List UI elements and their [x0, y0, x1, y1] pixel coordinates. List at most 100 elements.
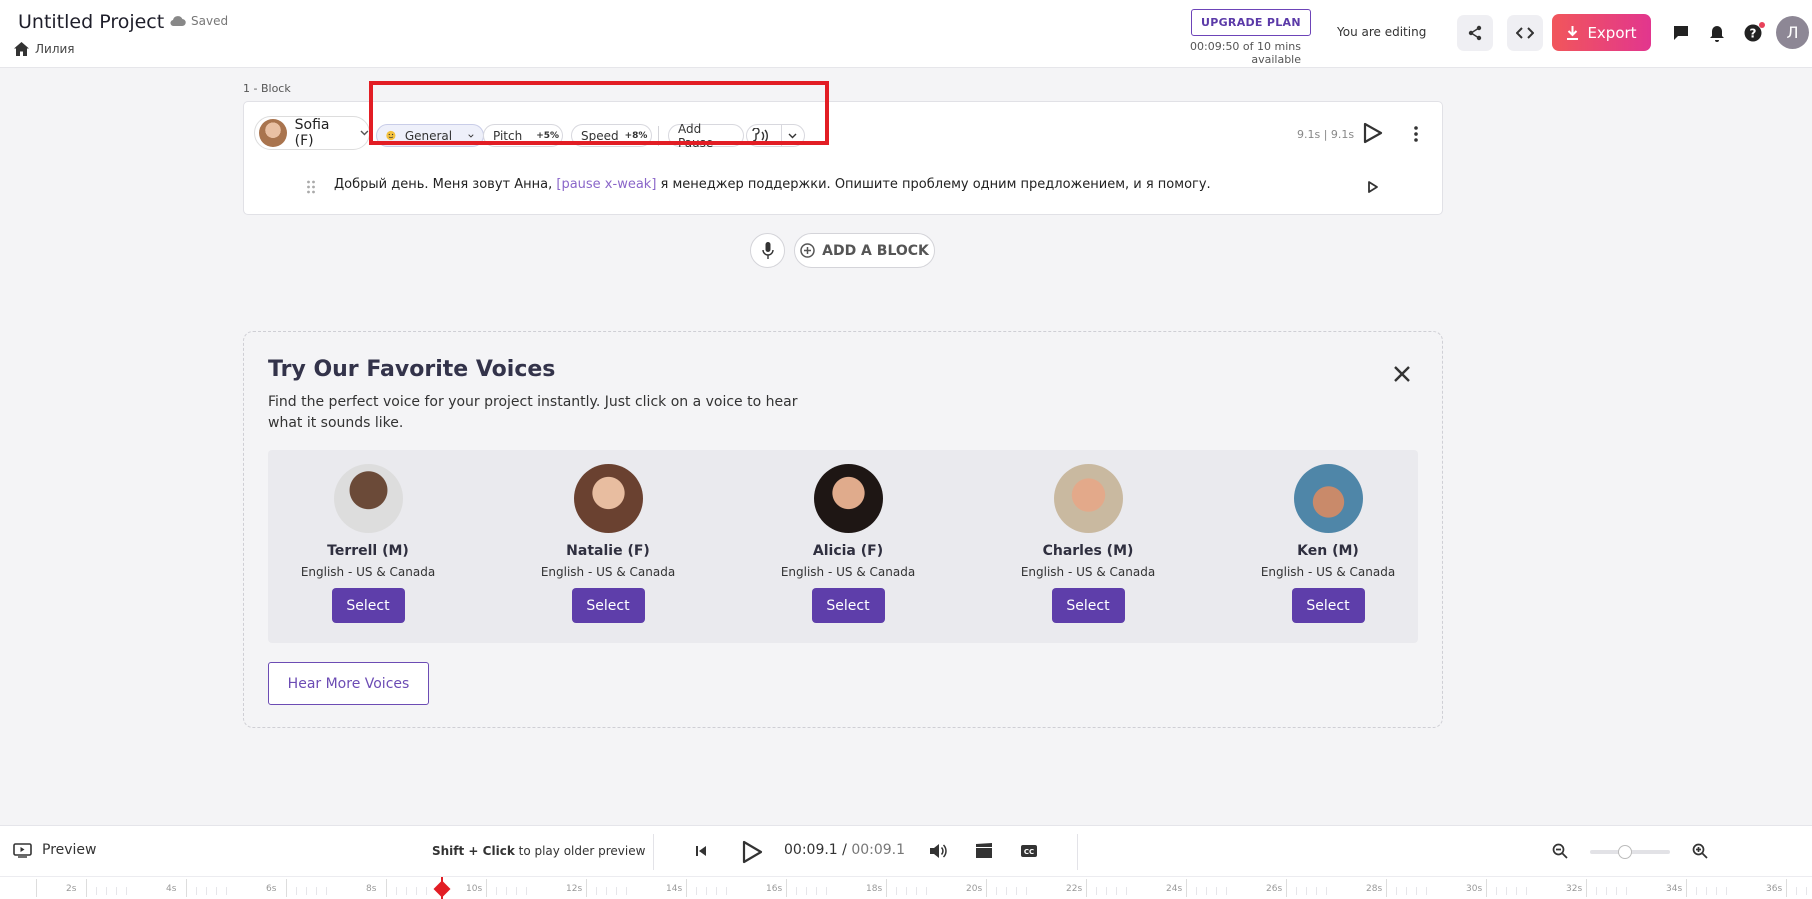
- favorites-title: Try Our Favorite Voices: [268, 357, 556, 382]
- ruler-minor-tick: [1006, 887, 1007, 895]
- ruler-minor-tick: [1626, 887, 1627, 895]
- ruler-minor-tick: [1226, 887, 1227, 895]
- text-segment: Добрый день. Меня зовут Анна,: [334, 177, 553, 192]
- ruler-minor-tick: [416, 887, 417, 895]
- bell-icon[interactable]: [1706, 22, 1728, 44]
- skip-to-start-icon[interactable]: [689, 839, 713, 863]
- add-block-button[interactable]: ADD A BLOCK: [794, 233, 935, 268]
- ruler-minor-tick: [1196, 887, 1197, 895]
- zoom-out-icon[interactable]: [1548, 839, 1572, 863]
- ruler-label: 20s: [966, 884, 983, 894]
- add-block-label: ADD A BLOCK: [822, 242, 929, 259]
- select-voice-button[interactable]: Select: [571, 588, 645, 623]
- zoom-in-icon[interactable]: [1688, 839, 1712, 863]
- comments-icon[interactable]: [1670, 22, 1692, 44]
- ruler-minor-tick: [1616, 887, 1617, 895]
- ruler-tick: [386, 879, 387, 897]
- voice-photo: [333, 464, 403, 533]
- voice-card-ken[interactable]: Ken (M) English - US & Canada Select: [1228, 464, 1428, 623]
- voice-selector[interactable]: Sofia (F): [254, 116, 370, 150]
- ruler-minor-tick: [1606, 887, 1607, 895]
- select-voice-button[interactable]: Select: [1291, 588, 1365, 623]
- voice-card-name: Alicia (F): [812, 543, 884, 559]
- voices-panel: Terrell (M) English - US & Canada Select…: [268, 450, 1418, 643]
- favorite-voices-card: Try Our Favorite Voices Find the perfect…: [243, 331, 1443, 728]
- record-voice-button[interactable]: [750, 233, 785, 268]
- ruler-minor-tick: [216, 887, 217, 895]
- ruler-label: 34s: [1666, 884, 1683, 894]
- ruler-minor-tick: [596, 887, 597, 895]
- microphone-icon: [761, 242, 774, 259]
- voice-card-name: Natalie (F): [566, 543, 650, 559]
- ruler-tick: [1186, 879, 1187, 897]
- ruler-minor-tick: [826, 887, 827, 895]
- voice-card-alicia[interactable]: Alicia (F) English - US & Canada Select: [748, 464, 948, 623]
- playhead-handle[interactable]: [433, 880, 451, 898]
- ruler-label: 32s: [1566, 884, 1583, 894]
- ruler-minor-tick: [406, 887, 407, 895]
- breadcrumb[interactable]: Лилия: [14, 42, 75, 56]
- ruler-minor-tick: [396, 887, 397, 895]
- export-button[interactable]: Export: [1552, 14, 1651, 51]
- hear-more-voices-button[interactable]: Hear More Voices: [268, 662, 429, 705]
- project-title[interactable]: Untitled Project: [18, 11, 164, 33]
- ruler-minor-tick: [506, 887, 507, 895]
- voice-card-terrell[interactable]: Terrell (M) English - US & Canada Select: [268, 464, 468, 623]
- play-sentence-icon[interactable]: [1367, 180, 1379, 194]
- ruler-minor-tick: [316, 887, 317, 895]
- ruler-label: 10s: [466, 884, 483, 894]
- download-icon: [1567, 25, 1579, 40]
- ruler-tick: [1386, 879, 1387, 897]
- ruler-minor-tick: [696, 887, 697, 895]
- play-preview-icon[interactable]: [739, 839, 765, 865]
- select-voice-button[interactable]: Select: [331, 588, 405, 623]
- ruler-minor-tick: [1206, 887, 1207, 895]
- zoom-slider-handle[interactable]: [1618, 845, 1632, 859]
- volume-icon[interactable]: [926, 839, 950, 863]
- ruler-label: 14s: [666, 884, 683, 894]
- preview-toggle[interactable]: Preview: [13, 842, 97, 858]
- voice-card-natalie[interactable]: Natalie (F) English - US & Canada Select: [508, 464, 708, 623]
- editing-status: You are editing: [1337, 25, 1427, 39]
- home-icon[interactable]: [14, 42, 29, 56]
- ruler-minor-tick: [1706, 887, 1707, 895]
- ruler-minor-tick: [716, 887, 717, 895]
- ruler-minor-tick: [926, 887, 927, 895]
- shift-click-hint: Shift + Click to play older preview: [432, 844, 645, 858]
- ruler-minor-tick: [1496, 887, 1497, 895]
- breadcrumb-home[interactable]: Лилия: [35, 42, 75, 56]
- svg-text:?: ?: [1750, 27, 1757, 41]
- share-button[interactable]: [1457, 15, 1493, 51]
- block-text-editor[interactable]: Добрый день. Меня зовут Анна, [pause x-w…: [334, 177, 1211, 192]
- ruler-minor-tick: [816, 887, 817, 895]
- ruler-label: 4s: [166, 884, 177, 894]
- user-avatar[interactable]: Л: [1776, 16, 1809, 49]
- block-label: 1 - Block: [243, 82, 291, 95]
- drag-handle-icon[interactable]: [306, 180, 316, 194]
- block-duration: 9.1s | 9.1s: [1297, 128, 1355, 141]
- more-options-icon[interactable]: [1414, 126, 1418, 142]
- video-icon[interactable]: [972, 839, 996, 863]
- export-label: Export: [1587, 23, 1637, 42]
- play-block-icon[interactable]: [1363, 122, 1383, 144]
- select-voice-button[interactable]: Select: [811, 588, 885, 623]
- ruler-minor-tick: [1296, 887, 1297, 895]
- share-icon: [1468, 25, 1482, 41]
- voice-name: Sofia (F): [294, 117, 330, 149]
- cloud-icon: [170, 16, 186, 27]
- voice-card-charles[interactable]: Charles (M) English - US & Canada Select: [988, 464, 1188, 623]
- voice-photo: [1053, 464, 1123, 533]
- ruler-minor-tick: [206, 887, 207, 895]
- pause-tag[interactable]: [pause x-weak]: [556, 177, 656, 192]
- ruler-minor-tick: [1716, 887, 1717, 895]
- timeline-ruler[interactable]: 2s 4s 6s 8s 10s 12s 14s 16s 18s 20s 22s 24s 26s 28s 30…: [0, 876, 1812, 899]
- captions-icon[interactable]: CC: [1017, 839, 1041, 863]
- close-icon[interactable]: [1390, 362, 1414, 386]
- upgrade-plan-button[interactable]: UPGRADE PLAN: [1191, 9, 1311, 36]
- select-voice-button[interactable]: Select: [1051, 588, 1125, 623]
- ruler-minor-tick: [1306, 887, 1307, 895]
- ruler-minor-tick: [96, 887, 97, 895]
- embed-code-button[interactable]: [1507, 15, 1543, 51]
- saved-status: Saved: [170, 14, 228, 28]
- voice-photo: [573, 464, 643, 533]
